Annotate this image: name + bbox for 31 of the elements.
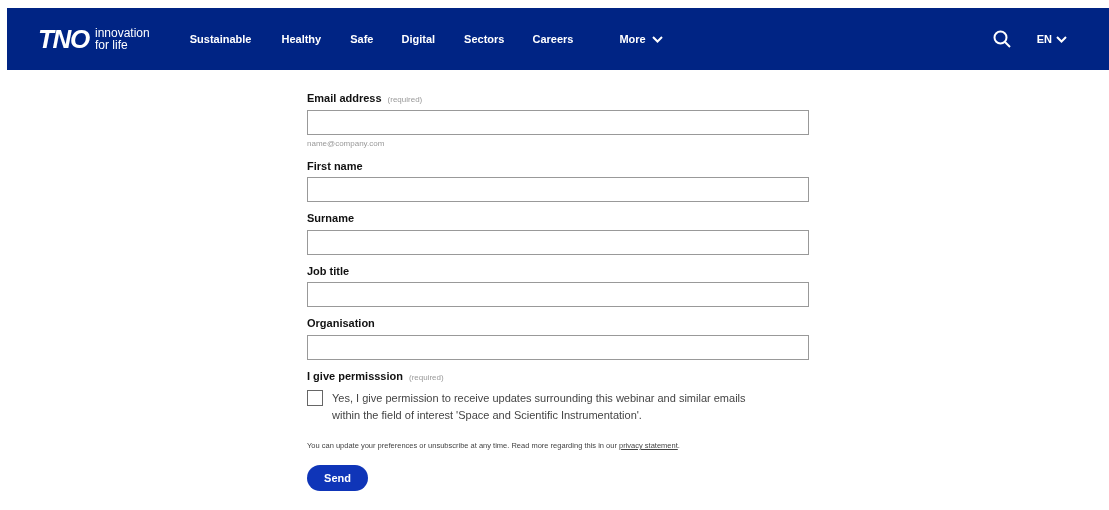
- input-field[interactable]: [307, 177, 809, 202]
- field-label: Organisation: [307, 316, 375, 331]
- input-field[interactable]: [307, 229, 809, 255]
- nav-link[interactable]: More: [619, 30, 663, 48]
- nav-link[interactable]: Digital: [401, 30, 436, 48]
- field-label: First name: [307, 158, 363, 174]
- required-note: (required): [409, 371, 444, 384]
- send-button[interactable]: Send: [307, 465, 368, 492]
- field-label: Job title: [307, 263, 350, 279]
- nav-link[interactable]: Sectors: [464, 30, 505, 48]
- input-field[interactable]: [307, 282, 809, 307]
- chevron-down-icon: [1056, 35, 1067, 43]
- input-field[interactable]: [307, 109, 809, 135]
- chevron-down-icon: [651, 35, 663, 43]
- tagline: for life: [95, 39, 129, 51]
- field-hint: name@company.com: [307, 137, 386, 150]
- language-selector[interactable]: EN: [1036, 30, 1067, 48]
- nav-link[interactable]: Sustainable: [189, 30, 252, 48]
- required-note: (required): [387, 94, 423, 106]
- input-field[interactable]: [307, 334, 809, 360]
- nav-link[interactable]: Careers: [532, 30, 574, 48]
- field-label: Surname: [307, 211, 355, 226]
- logo[interactable]: TNO: [38, 26, 89, 52]
- field-label: I give permisssion: [307, 368, 403, 384]
- permission-text: Yes, I give permission to receive updates surrounding this webinar and similar emails within the field of interest 'Space and Scientific Instrumentation'.: [332, 391, 747, 423]
- checkbox[interactable]: [307, 390, 323, 406]
- tagline: innovation: [95, 27, 150, 39]
- search-icon[interactable]: [992, 30, 1011, 48]
- field-label: Email address: [307, 91, 382, 106]
- nav-link[interactable]: Healthy: [281, 30, 322, 48]
- nav-link[interactable]: Safe: [350, 30, 374, 48]
